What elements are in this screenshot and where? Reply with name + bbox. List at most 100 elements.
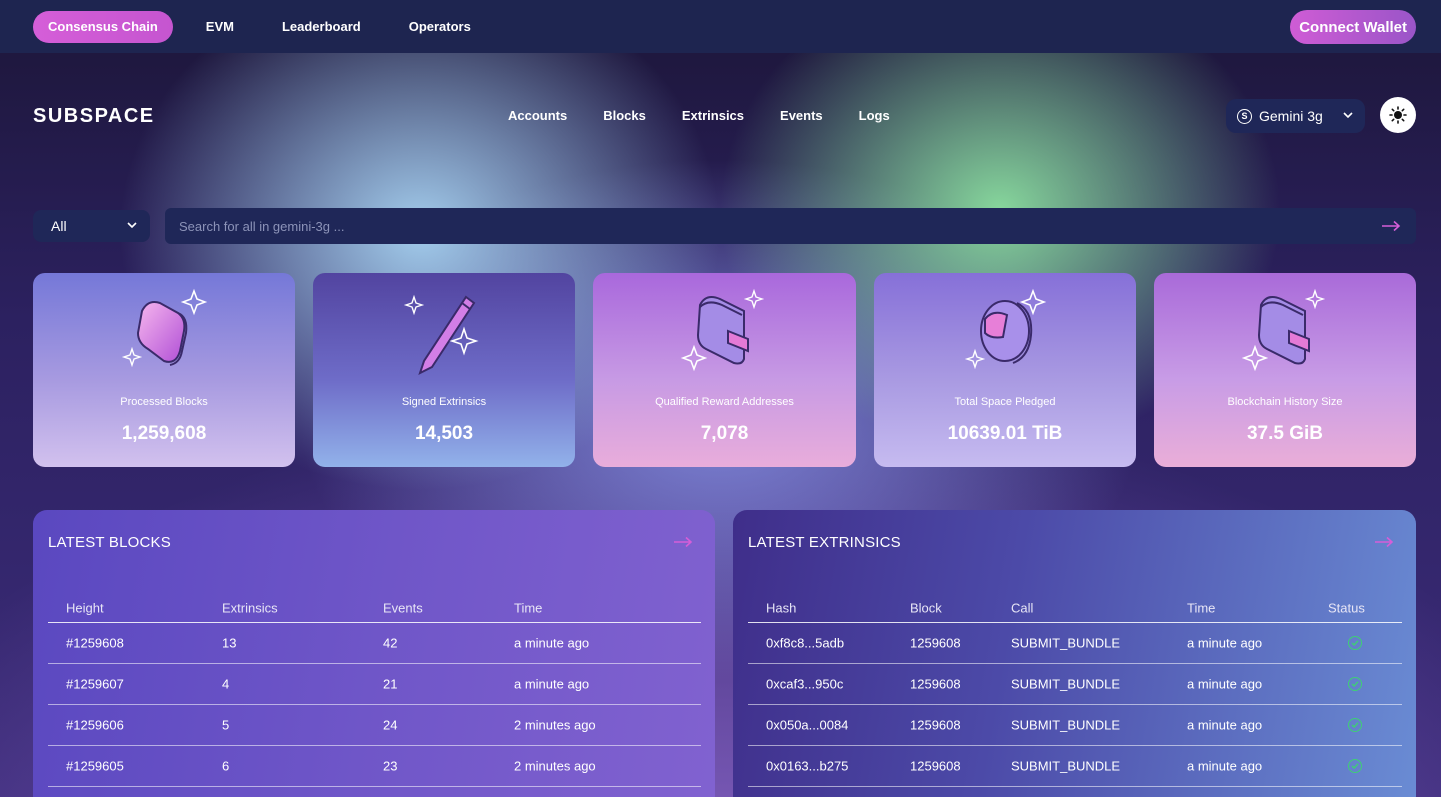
stat-value: 7,078 [700, 423, 749, 444]
column-header-events: Events [383, 600, 423, 615]
table-row[interactable]: 0x0163...b275 1259608 SUBMIT_BUNDLE a mi… [748, 746, 1402, 787]
chip-evm[interactable]: EVM [191, 11, 249, 43]
table-row[interactable]: 0xcaf3...950c 1259608 SUBMIT_BUNDLE a mi… [748, 664, 1402, 705]
extrinsic-hash-link[interactable]: 0x050a...0084 [766, 718, 848, 733]
chip-operators[interactable]: Operators [394, 11, 486, 43]
latest-blocks-panel: LATEST BLOCKS Height Extrinsics Events T… [33, 510, 715, 797]
sun-icon [1389, 106, 1407, 124]
table-row[interactable]: 0x050a...0084 1259608 SUBMIT_BUNDLE a mi… [748, 705, 1402, 746]
time-ago: a minute ago [1187, 758, 1263, 774]
chevron-down-icon [1343, 112, 1353, 119]
extrinsics-count: 4 [222, 676, 230, 692]
column-header-status: Status [1328, 600, 1365, 615]
pen-icon [403, 294, 479, 375]
chip-consensus-chain[interactable]: Consensus Chain [33, 10, 173, 43]
top-bar: Consensus Chain EVM Leaderboard Operator… [0, 0, 1441, 53]
stat-label: Processed Blocks [120, 396, 208, 408]
disk-icon [964, 288, 1047, 370]
stat-value: 10639.01 TiB [947, 423, 1063, 444]
column-header-time: Time [1187, 600, 1216, 615]
table-header: Hash Block Call Time Status [748, 593, 1402, 623]
chevron-down-icon [127, 222, 137, 229]
block-number-link[interactable]: 1259608 [910, 677, 961, 692]
latest-blocks-table: Height Extrinsics Events Time #1259608 1… [48, 593, 701, 787]
search-row: All [33, 208, 1416, 244]
subspace-s-icon: S [1237, 108, 1252, 124]
wallet-icon [680, 288, 765, 372]
time-ago: a minute ago [1187, 676, 1263, 692]
filter-label: All [51, 218, 67, 234]
table-row[interactable]: #1259608 13 42 a minute ago [48, 623, 701, 664]
events-count: 21 [383, 676, 398, 692]
time-ago: 2 minutes ago [514, 758, 596, 774]
arrow-right-icon[interactable] [673, 536, 693, 548]
wallet-icon [1241, 288, 1326, 372]
extrinsic-hash-link[interactable]: 0xf8c8...5adb [766, 636, 844, 651]
stat-card-processed-blocks: Processed Blocks 1,259,608 [33, 273, 295, 467]
time-ago: 2 minutes ago [514, 717, 596, 733]
block-number-link[interactable]: 1259608 [910, 636, 961, 651]
call-name: SUBMIT_BUNDLE [1011, 717, 1121, 733]
stat-card-qualified-reward-addresses: Qualified Reward Addresses 7,078 [593, 273, 856, 467]
search-submit-button[interactable] [1366, 220, 1416, 232]
stat-value: 1,259,608 [121, 423, 207, 444]
time-ago: a minute ago [514, 635, 590, 651]
nav-accounts[interactable]: Accounts [508, 108, 567, 123]
table-row[interactable]: #1259605 6 23 2 minutes ago [48, 746, 701, 787]
column-header-hash: Hash [766, 600, 797, 615]
nav-events[interactable]: Events [780, 108, 823, 123]
chip-leaderboard[interactable]: Leaderboard [267, 11, 376, 43]
column-header-height: Height [66, 600, 104, 615]
table-row[interactable]: 0xf8c8...5adb 1259608 SUBMIT_BUNDLE a mi… [748, 623, 1402, 664]
arrow-right-icon[interactable] [1374, 536, 1394, 548]
panel-title: LATEST BLOCKS [48, 534, 171, 551]
table-row[interactable]: #1259606 5 24 2 minutes ago [48, 705, 701, 746]
call-name: SUBMIT_BUNDLE [1011, 676, 1121, 692]
nav-blocks[interactable]: Blocks [603, 108, 646, 123]
nav-logs[interactable]: Logs [859, 108, 890, 123]
table-row[interactable]: #1259607 4 21 a minute ago [48, 664, 701, 705]
events-count: 42 [383, 635, 398, 651]
search-box [165, 208, 1416, 244]
block-height-link[interactable]: #1259605 [66, 759, 124, 774]
block-height-link[interactable]: #1259607 [66, 677, 124, 692]
latest-extrinsics-panel: LATEST EXTRINSICS Hash Block Call Time S… [733, 510, 1416, 797]
stat-label: Qualified Reward Addresses [655, 396, 794, 408]
cube-icon [121, 288, 208, 368]
stat-label: Signed Extrinsics [401, 396, 487, 408]
time-ago: a minute ago [514, 676, 590, 692]
events-count: 24 [383, 717, 398, 733]
connect-wallet-button[interactable]: Connect Wallet [1290, 10, 1416, 44]
block-number-link[interactable]: 1259608 [910, 759, 961, 774]
call-name: SUBMIT_BUNDLE [1011, 635, 1121, 651]
stat-value: 37.5 GiB [1246, 423, 1324, 444]
stat-card-blockchain-history-size: Blockchain History Size 37.5 GiB [1154, 273, 1416, 467]
extrinsic-hash-link[interactable]: 0xcaf3...950c [766, 677, 843, 692]
block-number-link[interactable]: 1259608 [910, 718, 961, 733]
logo[interactable]: SUBSPACE [33, 105, 155, 128]
stat-label: Total Space Pledged [954, 396, 1056, 408]
extrinsics-count: 6 [222, 758, 230, 774]
network-label: Gemini 3g [1259, 108, 1323, 124]
theme-toggle-button[interactable] [1380, 97, 1416, 133]
time-ago: a minute ago [1187, 635, 1263, 651]
search-filter-select[interactable]: All [33, 210, 150, 242]
block-height-link[interactable]: #1259608 [66, 636, 124, 651]
stat-card-total-space-pledged: Total Space Pledged 10639.01 TiB [874, 273, 1136, 467]
events-count: 23 [383, 758, 398, 774]
search-input[interactable] [165, 208, 1366, 244]
nav-extrinsics[interactable]: Extrinsics [682, 108, 744, 123]
arrow-right-icon [1382, 220, 1401, 232]
stat-card-signed-extrinsics: Signed Extrinsics 14,503 [313, 273, 575, 467]
stat-value: 14,503 [414, 423, 474, 444]
extrinsic-hash-link[interactable]: 0x0163...b275 [766, 759, 848, 774]
block-height-link[interactable]: #1259606 [66, 718, 124, 733]
column-header-call: Call [1011, 600, 1034, 615]
call-name: SUBMIT_BUNDLE [1011, 758, 1121, 774]
column-header-extrinsics: Extrinsics [222, 600, 278, 615]
network-selector[interactable]: S Gemini 3g [1226, 99, 1365, 133]
main-nav: Accounts Blocks Extrinsics Events Logs [508, 108, 926, 123]
column-header-time: Time [514, 600, 543, 615]
header: SUBSPACE Accounts Blocks Extrinsics Even… [33, 97, 1416, 135]
extrinsics-count: 5 [222, 717, 230, 733]
